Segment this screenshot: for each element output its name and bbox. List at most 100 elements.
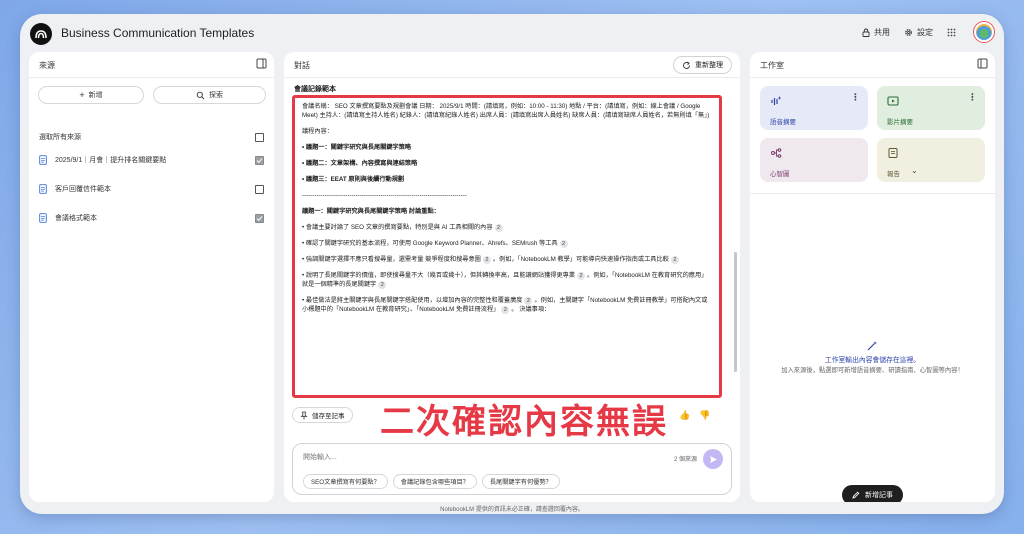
chat-input-box[interactable]: 開始輸入... 2 個來源 SEO文章撰寫有何要點？ 會議記錄包含哪些項目？ 長…	[292, 443, 732, 495]
citation-badge[interactable]: 2	[494, 224, 503, 232]
source-item[interactable]: 會議格式範本	[39, 210, 264, 226]
save-to-note-label: 儲存至記事	[312, 413, 345, 420]
overlay-caption: 二次確認內容無誤	[369, 402, 679, 442]
suggestion-chip[interactable]: SEO文章撰寫有何要點？	[303, 474, 388, 489]
discover-label: 探索	[209, 92, 223, 99]
sparkle-wand-icon	[867, 341, 877, 351]
card-label: 語音摘要	[770, 119, 796, 126]
source-checkbox[interactable]	[255, 184, 264, 194]
collapse-panel-icon[interactable]	[256, 58, 267, 69]
citation-badge[interactable]: 2	[524, 297, 533, 305]
chevron-down-icon[interactable]: ⌄	[911, 166, 918, 175]
bullet-text: • 強調關鍵字選擇不應只看搜尋量，還需考量 競爭程度和搜尋意圖	[302, 256, 481, 263]
more-options-icon[interactable]: ⋮	[851, 92, 860, 103]
apps-grid-button[interactable]	[947, 28, 960, 37]
sources-title: 來源	[39, 61, 55, 70]
agenda-item: • 議題一：關鍵字研究與長尾關鍵字策略	[302, 144, 412, 151]
citation-badge[interactable]: 2	[577, 272, 586, 280]
notebook-title[interactable]: Business Communication Templates	[61, 26, 254, 40]
citation-badge[interactable]: 2	[378, 281, 387, 289]
chat-panel: 對話 重新整理 會議記錄範本 會議名稱： SEO 文章撰寫要點及規劃會議 日期：…	[284, 52, 740, 502]
report-icon	[888, 148, 898, 158]
card-label: 心智圖	[770, 171, 790, 178]
apps-grid-icon	[947, 28, 956, 36]
bullet-text: • 會議主要討論了 SEO 文章的撰寫要點，特別是與 AI 工具相關的內容	[302, 224, 493, 231]
card-label: 影片摘要	[887, 119, 913, 126]
sources-header: 來源	[29, 52, 274, 78]
thumbs-up-icon[interactable]: 👍	[679, 410, 690, 421]
source-checkbox[interactable]	[255, 213, 264, 223]
citation-badge[interactable]: 2	[501, 306, 510, 314]
lock-icon	[862, 28, 870, 37]
select-all-checkbox[interactable]	[255, 132, 264, 142]
bullet-text: 。例如，「NotebookLM 教學」可能導向快速操作指南或工具比較	[492, 256, 669, 263]
report-card[interactable]: 報告 ⌄	[877, 138, 985, 182]
video-icon	[887, 96, 899, 106]
chat-header: 對話 重新整理	[284, 52, 740, 78]
collapse-panel-icon[interactable]	[977, 58, 988, 69]
citation-badge[interactable]: 2	[482, 256, 491, 264]
source-item-label: 會議格式範本	[55, 215, 97, 222]
send-icon	[709, 455, 717, 463]
check-icon	[256, 157, 263, 163]
sources-panel: 來源 + 新增 探索 選取所有來源 2025/9/1｜月會｜提升排名關鍵要點 客…	[29, 52, 274, 502]
add-note-button[interactable]: 新增記事	[842, 485, 903, 502]
citation-badge[interactable]: 2	[559, 240, 568, 248]
add-note-label: 新增記事	[865, 492, 893, 499]
meeting-note-content: 會議名稱： SEO 文章撰寫要點及規劃會議 日期： 2025/9/1 時間：(請…	[292, 95, 722, 398]
citation-badge[interactable]: 2	[670, 256, 679, 264]
mindmap-icon	[771, 148, 782, 158]
source-item[interactable]: 客戶回覆信件範本	[39, 181, 264, 197]
card-label: 報告	[887, 171, 900, 178]
source-item[interactable]: 2025/9/1｜月會｜提升排名關鍵要點	[39, 152, 264, 168]
chat-input[interactable]: 開始輸入...	[303, 452, 337, 462]
send-button[interactable]	[703, 449, 723, 469]
video-overview-card[interactable]: ⋮ 影片摘要	[877, 86, 985, 130]
suggestion-chips: SEO文章撰寫有何要點？ 會議記錄包含哪些項目？ 長尾關鍵字有何優勢？	[303, 474, 565, 489]
select-all-row[interactable]: 選取所有來源	[39, 129, 264, 145]
save-to-note-button[interactable]: 儲存至記事	[292, 407, 353, 423]
bullet-text: • 確認了關鍵字研究的基本流程，可使用 Google Keyword Plann…	[302, 240, 558, 247]
user-avatar[interactable]	[974, 22, 994, 42]
waveform-icon	[771, 96, 782, 105]
document-icon	[39, 155, 47, 165]
suggestion-chip[interactable]: 長尾關鍵字有何優勢？	[481, 474, 560, 489]
select-all-label: 選取所有來源	[39, 134, 81, 141]
source-count: 2 個來源	[673, 457, 697, 463]
check-icon	[256, 215, 263, 221]
refresh-label: 重新整理	[695, 62, 723, 69]
studio-empty-title: 工作室輸出內容會儲存在這裡。	[824, 357, 921, 364]
section-heading: 議題一：關鍵字研究與長尾關鍵字策略 討論重點：	[302, 208, 440, 215]
source-checkbox[interactable]	[255, 155, 264, 165]
settings-label: 設定	[917, 27, 933, 37]
note-title: 會議記錄範本	[294, 86, 336, 93]
refresh-icon	[683, 61, 690, 69]
suggestion-chip[interactable]: 會議記錄包含哪些項目？	[392, 474, 477, 489]
share-label: 共用	[874, 27, 890, 37]
add-source-button[interactable]: + 新增	[38, 86, 144, 104]
source-item-label: 2025/9/1｜月會｜提升排名關鍵要點	[55, 157, 167, 164]
share-button[interactable]: 共用	[862, 27, 890, 38]
audio-overview-card[interactable]: ⋮ 語音摘要	[760, 86, 868, 130]
footer-disclaimer: NotebookLM 提供的資訊未必正確，請查證回覆內容。	[440, 507, 584, 513]
plus-icon: +	[79, 90, 85, 100]
source-item-label: 客戶回覆信件範本	[55, 186, 111, 193]
thumbs-down-icon[interactable]: 👎	[699, 410, 710, 421]
studio-panel: 工作室 ⋮ 語音摘要 ⋮ 影片摘要 心智圖 報告 ⌄ 工作室輸出內容會儲存在這裡…	[750, 52, 995, 502]
chat-title: 對話	[294, 61, 310, 70]
chat-scrollbar[interactable]	[734, 252, 737, 372]
studio-empty-subtitle: 加入來源後，點選即可新增語音摘要、研讀指南、心智圖等內容！	[781, 367, 964, 374]
meeting-info: 會議名稱： SEO 文章撰寫要點及規劃會議 日期： 2025/9/1 時間：(請…	[302, 103, 710, 119]
top-bar: Business Communication Templates 共用 設定	[20, 14, 1004, 52]
agenda-label: 議程內容：	[302, 128, 333, 135]
refresh-button[interactable]: 重新整理	[673, 56, 732, 74]
bullet-text: 。 決議事項：	[511, 306, 551, 313]
settings-button[interactable]: 設定	[904, 27, 933, 38]
document-icon	[39, 184, 47, 194]
discover-sources-button[interactable]: 探索	[153, 86, 266, 104]
mindmap-card[interactable]: 心智圖	[760, 138, 868, 182]
notebooklm-logo-icon[interactable]	[30, 23, 52, 45]
search-sparkle-icon	[196, 91, 205, 99]
more-options-icon[interactable]: ⋮	[968, 92, 977, 103]
add-source-label: 新增	[88, 92, 103, 99]
